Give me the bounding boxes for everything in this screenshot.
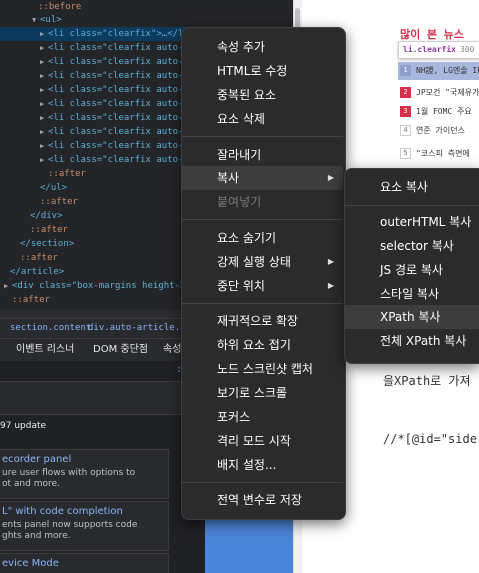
submenu-arrow-icon: ▶ (327, 173, 334, 182)
expand-triangle-icon[interactable]: ▶ (40, 83, 48, 97)
rank-badge: 5 (400, 148, 411, 159)
breadcrumb-item[interactable]: section.content (10, 319, 91, 338)
dom-node[interactable]: ▶ <li class="clearfix auto- (40, 55, 183, 69)
menu-item-capture-node-screenshot[interactable]: 노드 스크린샷 캡처 (182, 357, 343, 381)
dom-node[interactable]: ::after (40, 195, 78, 209)
whats-new-card[interactable]: ecorder panel ure user flows with option… (0, 449, 169, 499)
rank-badge: 2 (400, 87, 411, 98)
menu-item-enter-isolation-mode[interactable]: 격리 모드 시작 (182, 429, 343, 453)
whats-new-card[interactable]: L" with code completion ents panel now s… (0, 501, 169, 551)
dom-node[interactable]: </div> (30, 209, 63, 223)
dom-node[interactable]: ▼ <ul> (32, 13, 62, 27)
xpath-code: //*[@id="side- (383, 432, 479, 446)
submenu-item-copy-outerhtml[interactable]: outerHTML 복사 (345, 210, 479, 234)
expand-triangle-icon[interactable]: ▶ (40, 97, 48, 111)
expand-triangle-icon[interactable]: ▶ (4, 279, 12, 293)
menu-item-break-on[interactable]: 중단 위치 ▶ (182, 274, 343, 298)
menu-separator (345, 205, 479, 206)
news-item[interactable]: 1NH證, LG엔솔 IPO (398, 62, 479, 80)
submenu-item-copy-full-xpath[interactable]: 전체 XPath 복사 (345, 329, 479, 353)
menu-item-paste: 붙여넣기 (217, 195, 262, 209)
submenu-item-copy-styles[interactable]: 스타일 복사 (345, 282, 479, 306)
submenu-item-copy-xpath[interactable]: XPath 복사 (345, 305, 479, 329)
tab-dom-breakpoints[interactable]: DOM 중단점 (93, 339, 148, 361)
menu-separator (182, 482, 343, 483)
card-illustration (205, 520, 293, 573)
menu-item-scroll-into-view[interactable]: 보기로 스크롤 (182, 381, 343, 405)
dom-node[interactable]: </section> (20, 237, 74, 251)
dom-node[interactable]: ::after (12, 293, 50, 307)
dom-node[interactable]: ::after (30, 223, 68, 237)
news-item[interactable]: 3 1월 FOMC 주요 (398, 103, 479, 121)
menu-item-hide-element[interactable]: 요소 숨기기 (182, 226, 343, 250)
dom-node[interactable]: ▶ <li class="clearfix auto- (40, 139, 183, 153)
most-viewed-heading: 많이 본 뉴스 (400, 28, 464, 41)
expand-triangle-icon[interactable]: ▶ (40, 111, 48, 125)
menu-item-duplicate-element[interactable]: 중복된 요소 (182, 83, 343, 107)
update-title: 97 update (0, 421, 47, 431)
news-item[interactable]: 2 JP모건 "국제유가 (398, 84, 479, 102)
menu-item-expand-recursively[interactable]: 재귀적으로 확장 (182, 309, 343, 333)
dom-node[interactable]: ▶ <li class="clearfix auto- (40, 111, 183, 125)
rank-badge: 4 (400, 125, 411, 136)
dom-node[interactable]: ▶ <li class="clearfix auto- (40, 41, 183, 55)
news-item[interactable]: 5 "코스피 측면에 (398, 145, 479, 163)
menu-item-store-as-global-variable[interactable]: 전역 변수로 저장 (182, 488, 343, 512)
expand-triangle-icon[interactable]: ▶ (40, 41, 48, 55)
menu-item-cut[interactable]: 잘라내기 (182, 143, 343, 167)
dom-node[interactable]: ::before (38, 0, 81, 14)
dom-node[interactable]: ::after (48, 167, 86, 181)
rank-badge: 3 (400, 106, 411, 117)
whats-new-card[interactable]: evice Mode (0, 553, 169, 573)
menu-item-delete-element[interactable]: 요소 삭제 (182, 107, 343, 131)
dom-node[interactable]: </article> (10, 265, 64, 279)
context-menu: 속성 추가 HTML로 수정 중복된 요소 요소 삭제 잘라내기 복사 ▶ 붙여넣… (181, 27, 346, 520)
menu-item-copy[interactable]: 복사 ▶ (182, 166, 343, 190)
tab-event-listeners[interactable]: 이벤트 리스너 (16, 339, 74, 361)
collapse-triangle-icon[interactable]: ▼ (32, 13, 40, 27)
menu-item-edit-as-html[interactable]: HTML로 수정 (182, 59, 343, 83)
menu-separator (182, 303, 343, 304)
dom-node[interactable]: ▶ <div class="box-margins height-30 (4, 279, 191, 293)
menu-separator (182, 219, 343, 220)
news-item[interactable]: 4 연준 가이던스 (398, 122, 479, 140)
expand-triangle-icon[interactable]: ▶ (40, 125, 48, 139)
dom-node[interactable]: ▶ <li class="clearfix auto- (40, 125, 183, 139)
copy-submenu: 요소 복사 outerHTML 복사 selector 복사 JS 경로 복사 … (344, 168, 479, 364)
dom-node[interactable]: ▶ <li class="clearfix auto- (40, 83, 183, 97)
menu-item-force-state[interactable]: 강제 실행 상태 ▶ (182, 250, 343, 274)
tab-properties[interactable]: 속성 (163, 339, 181, 361)
submenu-item-copy-element[interactable]: 요소 복사 (345, 175, 479, 199)
rank-badge: 1 (400, 65, 411, 76)
menu-item-focus[interactable]: 포커스 (182, 405, 343, 429)
menu-item-collapse-children[interactable]: 하위 요소 접기 (182, 333, 343, 357)
dom-node[interactable]: ▶ <li class="clearfix auto- (40, 69, 183, 83)
expand-triangle-icon[interactable]: ▶ (40, 27, 48, 41)
submenu-arrow-icon: ▶ (327, 257, 334, 266)
expand-triangle-icon[interactable]: ▶ (40, 153, 48, 167)
element-inspect-tooltip: li.clearfix300 × 23 (398, 41, 479, 59)
menu-separator (182, 136, 343, 137)
expand-triangle-icon[interactable]: ▶ (40, 139, 48, 153)
submenu-arrow-icon: ▶ (327, 281, 334, 290)
dom-node[interactable]: ▶ <li class="clearfix auto- (40, 97, 183, 111)
menu-item-add-attribute[interactable]: 속성 추가 (182, 35, 343, 59)
article-text: 을XPath로 가져 (383, 374, 471, 388)
submenu-item-copy-selector[interactable]: selector 복사 (345, 234, 479, 258)
dom-node[interactable]: </ul> (40, 181, 67, 195)
menu-item-badge-settings[interactable]: 배지 설정... (182, 453, 343, 477)
dom-node[interactable]: ▶ <li class="clearfix auto- (40, 153, 183, 167)
expand-triangle-icon[interactable]: ▶ (40, 69, 48, 83)
expand-triangle-icon[interactable]: ▶ (40, 55, 48, 69)
dom-node[interactable]: ::after (20, 251, 58, 265)
submenu-item-copy-js-path[interactable]: JS 경로 복사 (345, 258, 479, 282)
